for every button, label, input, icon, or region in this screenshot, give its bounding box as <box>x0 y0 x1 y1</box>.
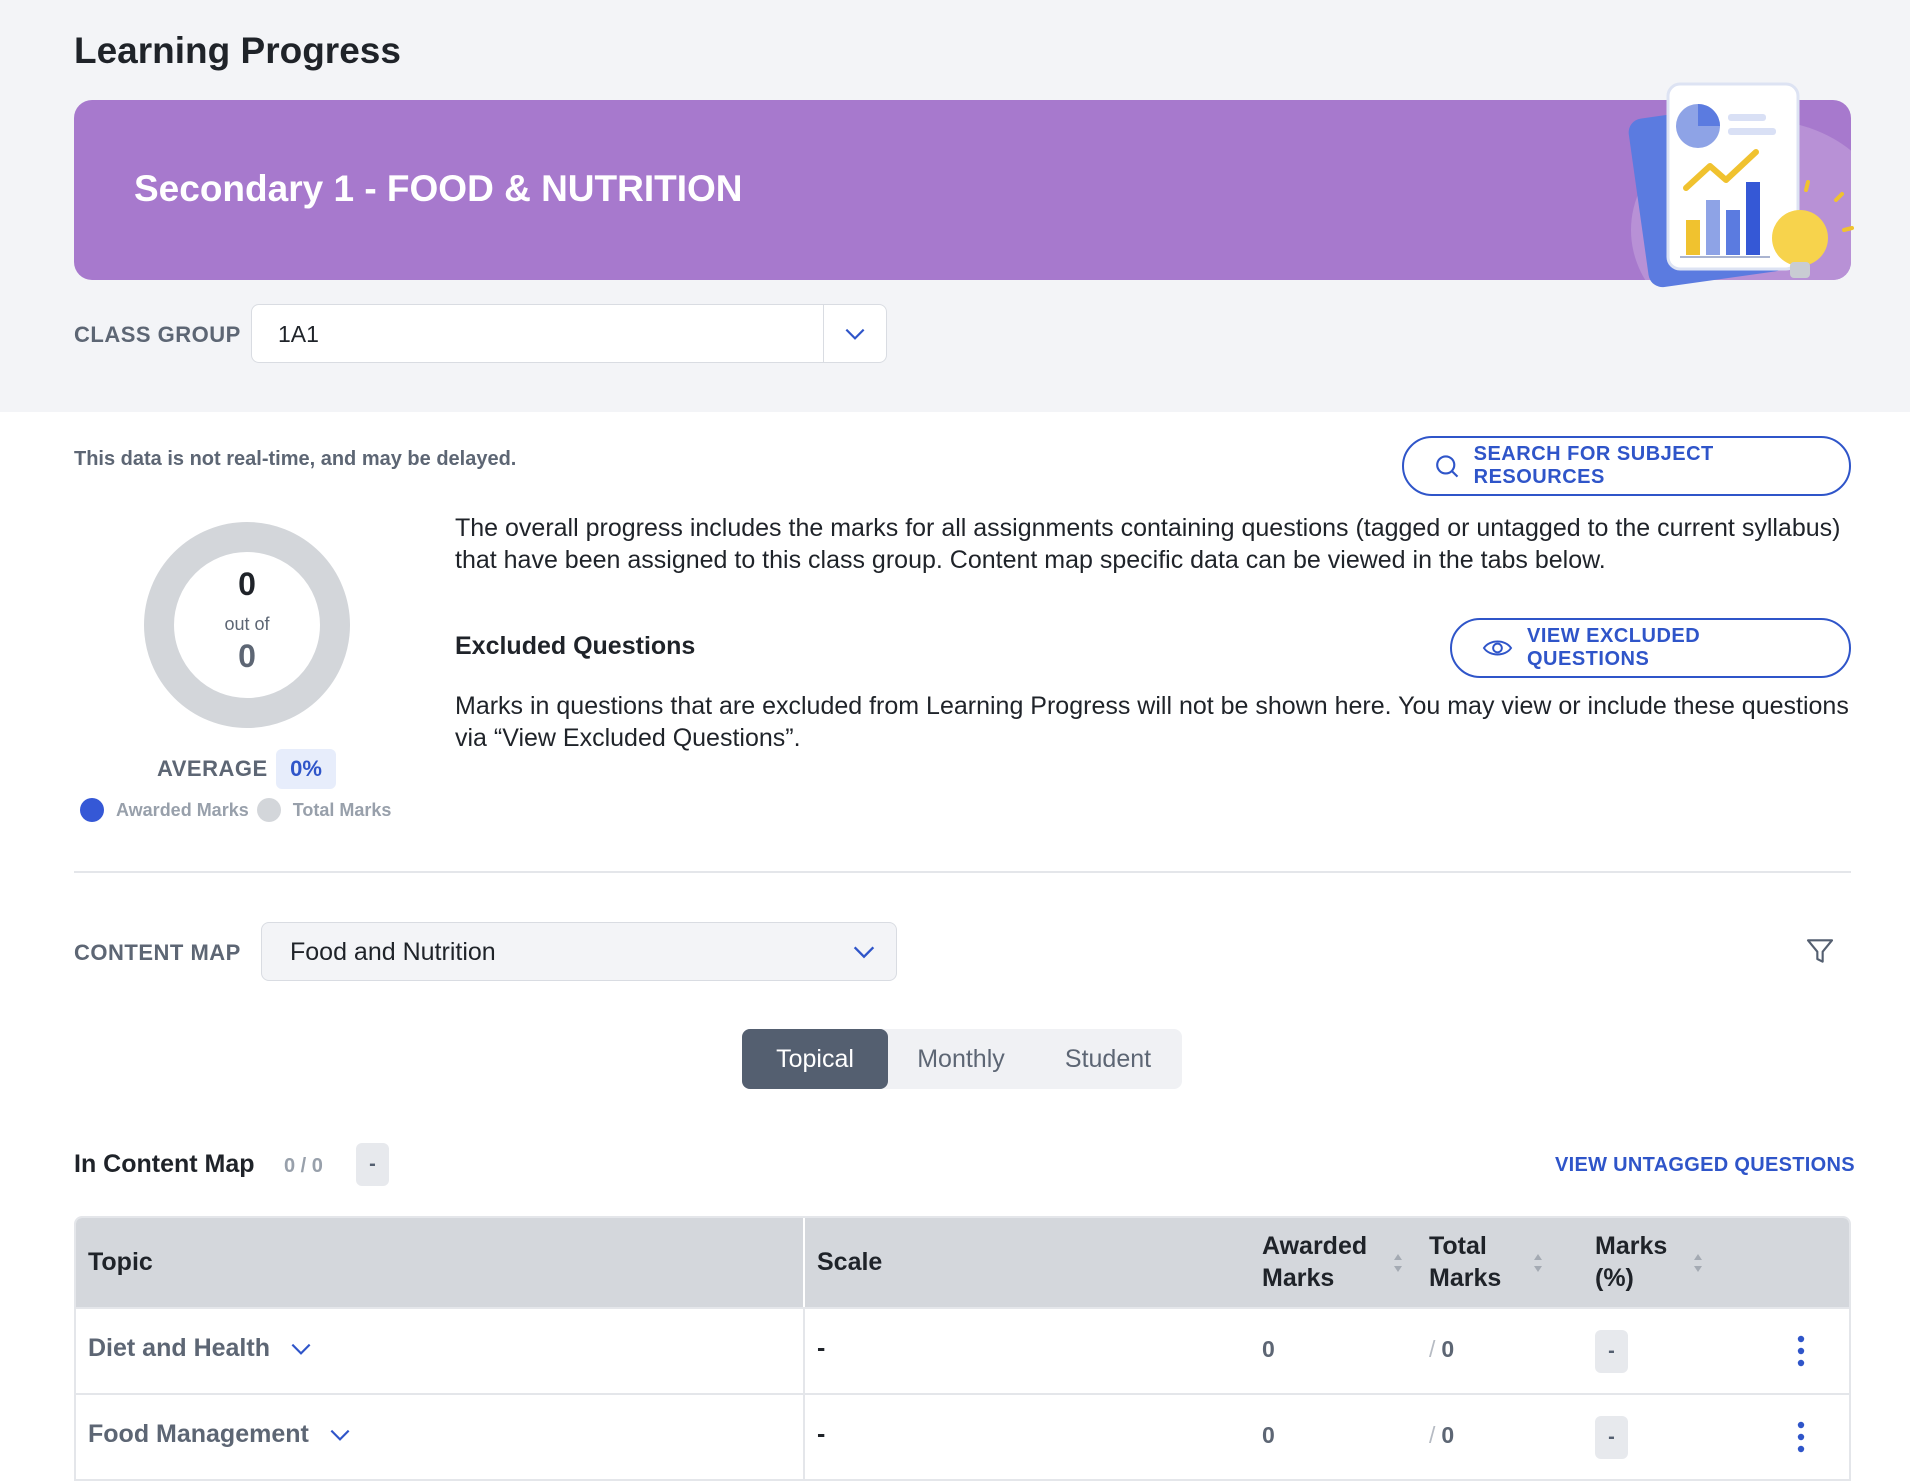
total-cell: /0 <box>1429 1422 1454 1449</box>
topic-name: Diet and Health <box>88 1334 270 1362</box>
table-header: Topic Scale Awarded Marks Total Marks Ma… <box>76 1218 1849 1307</box>
select-divider <box>823 305 824 362</box>
more-options-icon[interactable] <box>1796 1335 1806 1367</box>
scale-value: - <box>817 1334 826 1362</box>
section-divider <box>74 871 1851 873</box>
header-marks-pct[interactable]: Marks (%) <box>1595 1230 1667 1294</box>
in-content-map-badge: - <box>356 1143 389 1186</box>
tab-topical[interactable]: Topical <box>742 1029 888 1089</box>
marks-pct-badge: - <box>1595 1330 1628 1373</box>
legend-total: Total Marks <box>256 798 392 822</box>
total-separator: / <box>1429 1336 1436 1362</box>
topic-name: Food Management <box>88 1420 309 1448</box>
overall-description: The overall progress includes the marks … <box>455 514 1841 574</box>
average-label: AVERAGE <box>157 756 268 781</box>
header-total-line1: Total <box>1429 1232 1487 1260</box>
subject-banner: Secondary 1 - FOOD & NUTRITION <box>74 100 1851 280</box>
filter-icon[interactable] <box>1804 934 1836 968</box>
marks-pct-badge: - <box>1595 1416 1628 1459</box>
chevron-down-icon <box>291 1343 311 1355</box>
table-row: Food Management - 0 /0 - <box>76 1393 1849 1479</box>
column-divider <box>803 1309 805 1393</box>
content-map-select[interactable]: Food and Nutrition <box>261 922 897 981</box>
topic-expand[interactable]: Diet and Health <box>88 1334 314 1363</box>
legend-awarded: Awarded Marks <box>80 798 249 822</box>
scale-value: - <box>817 1420 826 1448</box>
data-delay-notice: This data is not real-time, and may be d… <box>74 448 517 470</box>
header-scale: Scale <box>817 1248 883 1276</box>
class-group-value: 1A1 <box>278 321 319 347</box>
header-total-line2: Marks <box>1429 1264 1502 1292</box>
total-marks-value: 0 <box>238 638 256 674</box>
table-row: Diet and Health - 0 /0 - <box>76 1307 1849 1393</box>
report-illustration-icon <box>1628 82 1854 288</box>
sort-icon[interactable] <box>1392 1252 1404 1274</box>
header-topic: Topic <box>88 1248 153 1276</box>
awarded-marks-value: 0 <box>238 566 256 602</box>
view-excluded-questions-button[interactable]: VIEW EXCLUDED QUESTIONS <box>1450 618 1851 678</box>
view-untagged-questions-link[interactable]: VIEW UNTAGGED QUESTIONS <box>1555 1154 1855 1177</box>
header-pct-line2: (%) <box>1595 1264 1634 1292</box>
header-awarded-line2: Marks <box>1262 1264 1335 1292</box>
more-options-icon[interactable] <box>1796 1421 1806 1453</box>
page-title: Learning Progress <box>74 30 401 71</box>
in-content-map-title: In Content Map <box>74 1150 255 1178</box>
content-map-label: CONTENT MAP <box>74 940 241 965</box>
search-button-label: SEARCH FOR SUBJECT RESOURCES <box>1473 443 1714 488</box>
content-map-value: Food and Nutrition <box>290 938 496 966</box>
total-cell: /0 <box>1429 1336 1454 1363</box>
sort-icon[interactable] <box>1532 1252 1544 1274</box>
progress-legend: Awarded Marks Total Marks <box>80 798 399 822</box>
header-awarded[interactable]: Awarded Marks <box>1262 1230 1367 1294</box>
column-divider <box>803 1395 805 1479</box>
legend-dot-total <box>256 798 281 822</box>
header-pct-line1: Marks <box>1595 1232 1668 1260</box>
tab-student[interactable]: Student <box>1034 1029 1182 1089</box>
view-tabs: Topical Monthly Student <box>742 1029 1182 1089</box>
banner-title: Secondary 1 - FOOD & NUTRITION <box>134 168 743 209</box>
column-divider <box>803 1218 805 1307</box>
legend-dot-awarded <box>80 798 104 822</box>
tab-monthly[interactable]: Monthly <box>888 1029 1034 1089</box>
chevron-down-icon <box>330 1429 350 1441</box>
chevron-down-icon <box>845 328 865 340</box>
average-badge: 0% <box>276 749 336 789</box>
search-subject-resources-button[interactable]: SEARCH FOR SUBJECT RESOURCES <box>1402 436 1851 496</box>
excluded-description: Marks in questions that are excluded fro… <box>455 692 1849 752</box>
topic-expand[interactable]: Food Management <box>88 1420 353 1449</box>
awarded-value: 0 <box>1262 1422 1275 1448</box>
total-value: 0 <box>1441 1336 1455 1362</box>
excluded-questions-title: Excluded Questions <box>455 632 696 660</box>
total-separator: / <box>1429 1422 1436 1448</box>
sort-icon[interactable] <box>1692 1252 1704 1274</box>
topic-table: Topic Scale Awarded Marks Total Marks Ma… <box>74 1216 1851 1481</box>
chevron-down-icon <box>853 946 875 959</box>
excluded-button-label: VIEW EXCLUDED QUESTIONS <box>1526 625 1701 670</box>
eye-icon <box>1482 640 1513 656</box>
search-icon <box>1436 455 1459 478</box>
legend-label: Awarded Marks <box>116 799 249 820</box>
header-awarded-line1: Awarded <box>1262 1232 1368 1260</box>
legend-label: Total Marks <box>292 799 392 820</box>
header-total[interactable]: Total Marks <box>1429 1230 1501 1294</box>
awarded-value: 0 <box>1262 1336 1275 1362</box>
class-group-label: CLASS GROUP <box>74 322 241 347</box>
out-of-label: out of <box>224 614 270 634</box>
in-content-map-count: 0 / 0 <box>284 1155 323 1177</box>
total-value: 0 <box>1441 1422 1455 1448</box>
class-group-select[interactable]: 1A1 <box>251 304 887 363</box>
